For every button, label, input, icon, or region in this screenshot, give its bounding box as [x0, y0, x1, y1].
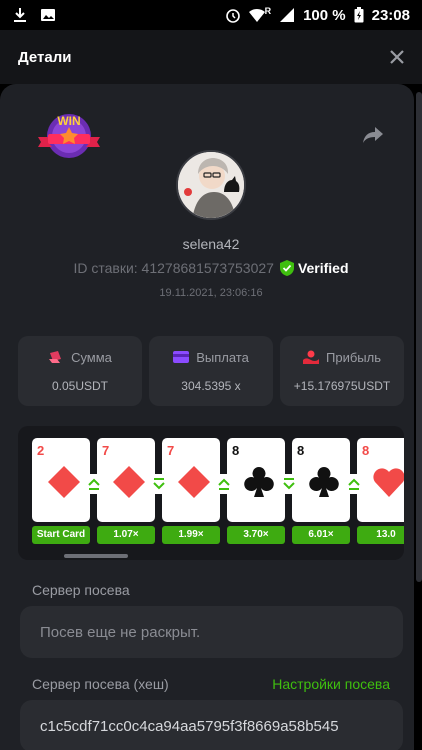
cards-scroll-indicator[interactable] — [64, 554, 128, 558]
seed-hash-field[interactable]: c1c5cdf71cc0c4ca94aa5795f3f8669a58b545 — [20, 700, 403, 750]
verified-badge: Verified — [279, 260, 349, 276]
playing-card: 8 — [227, 438, 285, 522]
playing-card: 7 — [162, 438, 220, 522]
higher-arrow — [84, 474, 104, 494]
timestamp: 19.11.2021, 23:06:16 — [159, 287, 263, 299]
higher-arrow — [344, 474, 364, 494]
playing-card: 2 — [32, 438, 90, 522]
signal-icon — [280, 8, 295, 22]
seed-hash-label: Сервер посева (хеш) — [32, 676, 169, 692]
card-multiplier: 1.99× — [162, 526, 220, 544]
card-multiplier: Start Card — [32, 526, 90, 544]
chevron-down-icon — [153, 478, 165, 490]
bet-amount-icon — [49, 351, 62, 363]
username: selena42 — [182, 236, 240, 252]
chevron-up-icon — [348, 478, 360, 490]
card-multiplier: 6.01× — [292, 526, 350, 544]
stat-payout: Выплата 304.5395 x — [149, 336, 273, 406]
download-icon — [14, 8, 26, 22]
card-rank: 7 — [102, 443, 110, 458]
card-item: 8 13.0 — [357, 438, 404, 544]
avatar — [176, 150, 246, 220]
card-rank: 7 — [167, 443, 175, 458]
lower-arrow — [279, 474, 299, 494]
shield-check-icon — [279, 260, 294, 276]
stat-amount-label: Сумма — [71, 349, 112, 365]
card-multiplier: 13.0 — [357, 526, 404, 544]
card-item: 7 1.99× — [162, 438, 220, 544]
stats-row: Сумма 0.05USDT Выплата 304.5395 x Прибыл… — [18, 336, 404, 406]
battery-percent: 100 % — [303, 6, 346, 24]
server-seed-field[interactable]: Посев еще не раскрыт. — [20, 606, 403, 658]
page-title: Детали — [18, 48, 72, 66]
diamond-icon — [113, 466, 145, 498]
club-icon — [244, 467, 274, 497]
bet-id-row: ID ставки: 41278681573753027 Verified — [0, 260, 422, 276]
wifi-icon — [248, 8, 265, 22]
card-item: 8 6.01× — [292, 438, 350, 544]
chevron-up-icon — [218, 478, 230, 490]
battery-charging-icon — [354, 7, 364, 23]
roaming-label: R — [264, 6, 272, 16]
playing-card: 8 — [357, 438, 404, 522]
stat-profit-value: +15.176975USDT — [293, 378, 391, 393]
image-icon — [41, 9, 55, 21]
stat-profit-label: Прибыль — [326, 349, 381, 365]
chevron-up-icon — [88, 478, 100, 490]
payout-icon — [173, 351, 190, 363]
heart-icon — [373, 468, 404, 497]
chevron-down-icon — [283, 478, 295, 490]
club-icon — [309, 467, 339, 497]
card-multiplier: 3.70× — [227, 526, 285, 544]
status-bar: R 100 % 23:08 — [0, 0, 422, 30]
playing-card: 7 — [97, 438, 155, 522]
clock: 23:08 — [371, 6, 410, 24]
server-seed-label: Сервер посева — [32, 582, 130, 598]
close-icon — [390, 50, 404, 64]
stat-payout-value: 304.5395 x — [181, 378, 241, 393]
stat-profit: Прибыль +15.176975USDT — [280, 336, 404, 406]
lower-arrow — [149, 474, 169, 494]
bet-id: ID ставки: 41278681573753027 — [73, 260, 274, 276]
verified-label: Verified — [297, 260, 349, 276]
win-badge: WIN — [38, 114, 100, 158]
profit-icon — [303, 350, 319, 364]
cards-row: 2 Start Card 7 1.07× 7 1.99× 8 3.70× 8 6.01× 8 13.0 — [32, 438, 404, 544]
win-badge-text: WIN — [57, 114, 80, 128]
higher-arrow — [214, 474, 234, 494]
cards-history[interactable]: 2 Start Card 7 1.07× 7 1.99× 8 3.70× 8 6.01× 8 13.0 — [18, 426, 404, 560]
details-header: Детали — [0, 30, 422, 84]
diamond-icon — [178, 466, 210, 498]
card-rank: 2 — [37, 443, 45, 458]
card-item: 2 Start Card — [32, 438, 90, 544]
card-rank: 8 — [232, 443, 240, 458]
scrollbar[interactable] — [416, 92, 422, 582]
stat-amount-value: 0.05USDT — [51, 378, 109, 393]
card-rank: 8 — [362, 443, 370, 458]
stat-amount: Сумма 0.05USDT — [18, 336, 142, 406]
stat-payout-label: Выплата — [196, 349, 249, 365]
card-item: 8 3.70× — [227, 438, 285, 544]
card-rank: 8 — [297, 443, 305, 458]
card-item: 7 1.07× — [97, 438, 155, 544]
close-button[interactable] — [390, 46, 404, 68]
playing-card: 8 — [292, 438, 350, 522]
seed-settings-link[interactable]: Настройки посева — [272, 676, 390, 692]
alarm-icon — [225, 9, 240, 23]
card-multiplier: 1.07× — [97, 526, 155, 544]
diamond-icon — [48, 466, 80, 498]
share-icon[interactable] — [362, 126, 384, 144]
